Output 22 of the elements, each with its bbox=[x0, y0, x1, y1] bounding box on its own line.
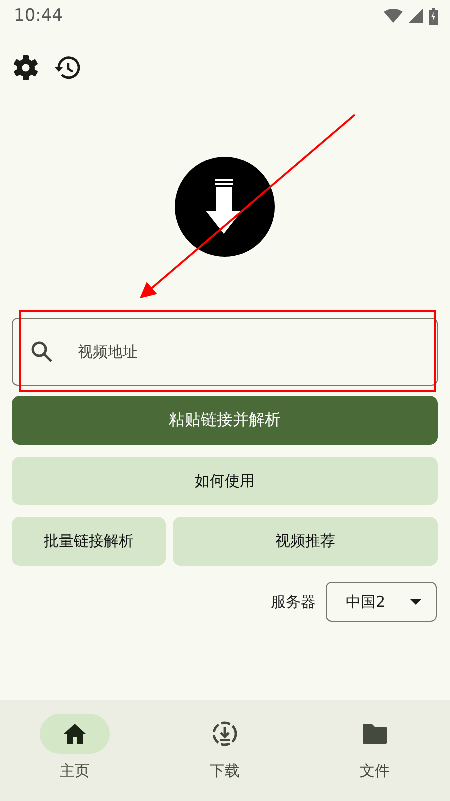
nav-label: 文件 bbox=[360, 762, 390, 781]
download-icon bbox=[212, 721, 238, 747]
server-label: 服务器 bbox=[271, 592, 316, 612]
help-button[interactable]: 如何使用 bbox=[12, 457, 438, 505]
paste-parse-button[interactable]: 粘贴链接并解析 bbox=[12, 396, 438, 445]
action-button[interactable]: 视频推荐 bbox=[173, 517, 438, 566]
history-icon[interactable] bbox=[53, 55, 81, 81]
settings-icon[interactable] bbox=[13, 55, 39, 81]
battery-icon bbox=[429, 8, 438, 24]
folder-icon bbox=[362, 723, 388, 745]
search-field[interactable]: 视频地址 bbox=[12, 318, 438, 386]
home-icon bbox=[63, 723, 87, 745]
signal-icon bbox=[409, 9, 423, 23]
server-dropdown[interactable]: 中国2 bbox=[326, 582, 437, 622]
nav-label: 下载 bbox=[210, 762, 240, 781]
nav-label: 主页 bbox=[60, 762, 90, 781]
search-icon bbox=[31, 341, 53, 363]
caret-icon bbox=[410, 599, 422, 605]
status-time: 10:44 bbox=[14, 6, 63, 26]
wifi-icon bbox=[384, 9, 403, 23]
action-button[interactable]: 批量链接解析 bbox=[12, 517, 166, 566]
nav-tab[interactable] bbox=[40, 714, 110, 754]
